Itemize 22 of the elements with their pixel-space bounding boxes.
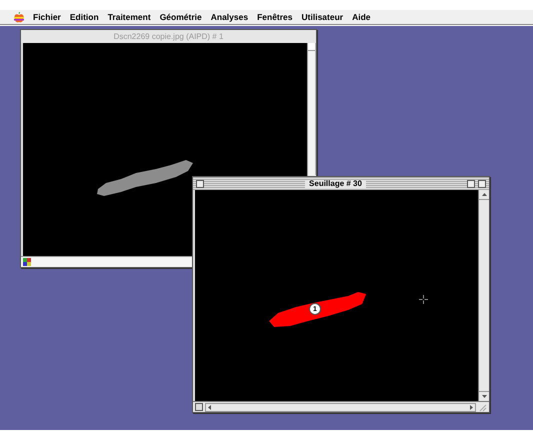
zoom-box[interactable] — [467, 180, 475, 188]
menu-item[interactable]: Edition — [70, 12, 99, 22]
menu-item[interactable]: Traitement — [108, 12, 151, 22]
menu-item[interactable]: Analyses — [210, 12, 248, 22]
menu-item[interactable]: Fichier — [33, 12, 61, 22]
scroll-right-icon[interactable] — [470, 404, 473, 410]
close-box[interactable] — [196, 180, 204, 188]
horizontal-scrollbar[interactable] — [205, 402, 476, 412]
vertical-scrollbar[interactable] — [308, 43, 316, 175]
title-bar[interactable]: Seuillage # 30 — [193, 177, 489, 190]
vertical-scrollbar[interactable] — [478, 190, 489, 401]
scroll-left-icon[interactable] — [208, 404, 211, 410]
collapse-box[interactable] — [478, 180, 486, 188]
menu-item[interactable]: Fenêtres — [257, 12, 293, 22]
apple-icon[interactable] — [14, 12, 24, 22]
menu-item[interactable]: Géométrie — [160, 12, 202, 22]
menu-item[interactable]: Utilisateur — [302, 12, 344, 22]
resize-grip-icon[interactable] — [478, 402, 487, 412]
menu-item[interactable]: Aide — [352, 12, 371, 22]
window-title: Seuillage # 30 — [305, 180, 366, 188]
crosshair-cursor-icon — [419, 295, 428, 304]
color-palette-icon[interactable] — [23, 258, 31, 266]
